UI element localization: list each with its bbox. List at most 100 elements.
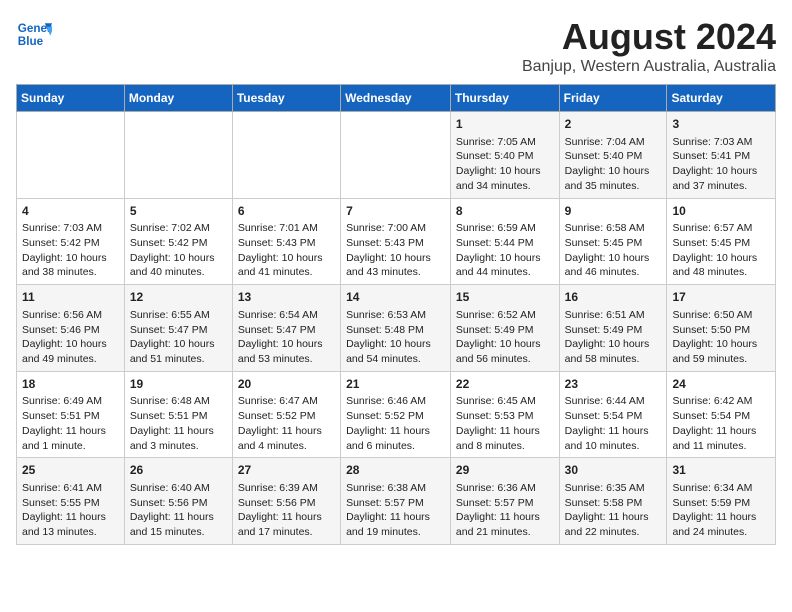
sunrise-text: Sunrise: 6:55 AM [130, 308, 227, 323]
calendar-cell: 15Sunrise: 6:52 AMSunset: 5:49 PMDayligh… [450, 285, 559, 372]
sunset-text: Sunset: 5:42 PM [22, 236, 119, 251]
calendar-cell: 31Sunrise: 6:34 AMSunset: 5:59 PMDayligh… [667, 458, 776, 545]
sunrise-text: Sunrise: 6:56 AM [22, 308, 119, 323]
sunrise-text: Sunrise: 6:59 AM [456, 221, 554, 236]
sunset-text: Sunset: 5:40 PM [456, 149, 554, 164]
calendar-cell: 14Sunrise: 6:53 AMSunset: 5:48 PMDayligh… [341, 285, 451, 372]
sunset-text: Sunset: 5:52 PM [238, 409, 335, 424]
day-number: 5 [130, 203, 227, 220]
daylight-text: Daylight: 11 hours and 11 minutes. [672, 424, 770, 453]
calendar-cell: 9Sunrise: 6:58 AMSunset: 5:45 PMDaylight… [559, 198, 667, 285]
calendar-cell: 11Sunrise: 6:56 AMSunset: 5:46 PMDayligh… [17, 285, 125, 372]
daylight-text: Daylight: 11 hours and 10 minutes. [565, 424, 662, 453]
sunset-text: Sunset: 5:51 PM [130, 409, 227, 424]
day-number: 25 [22, 462, 119, 479]
column-header-friday: Friday [559, 85, 667, 112]
sunset-text: Sunset: 5:48 PM [346, 323, 445, 338]
sunset-text: Sunset: 5:47 PM [130, 323, 227, 338]
sunrise-text: Sunrise: 6:48 AM [130, 394, 227, 409]
calendar-cell: 20Sunrise: 6:47 AMSunset: 5:52 PMDayligh… [232, 371, 340, 458]
calendar-cell: 26Sunrise: 6:40 AMSunset: 5:56 PMDayligh… [124, 458, 232, 545]
day-number: 27 [238, 462, 335, 479]
sunrise-text: Sunrise: 6:42 AM [672, 394, 770, 409]
daylight-text: Daylight: 11 hours and 24 minutes. [672, 510, 770, 539]
calendar-cell: 30Sunrise: 6:35 AMSunset: 5:58 PMDayligh… [559, 458, 667, 545]
daylight-text: Daylight: 10 hours and 53 minutes. [238, 337, 335, 366]
page-subtitle: Banjup, Western Australia, Australia [522, 58, 776, 76]
daylight-text: Daylight: 10 hours and 40 minutes. [130, 251, 227, 280]
sunrise-text: Sunrise: 6:53 AM [346, 308, 445, 323]
day-number: 19 [130, 376, 227, 393]
calendar-cell: 8Sunrise: 6:59 AMSunset: 5:44 PMDaylight… [450, 198, 559, 285]
calendar-cell: 10Sunrise: 6:57 AMSunset: 5:45 PMDayligh… [667, 198, 776, 285]
column-header-tuesday: Tuesday [232, 85, 340, 112]
sunrise-text: Sunrise: 6:35 AM [565, 481, 662, 496]
day-number: 2 [565, 116, 662, 133]
daylight-text: Daylight: 11 hours and 4 minutes. [238, 424, 335, 453]
day-number: 23 [565, 376, 662, 393]
sunrise-text: Sunrise: 6:44 AM [565, 394, 662, 409]
sunset-text: Sunset: 5:53 PM [456, 409, 554, 424]
sunset-text: Sunset: 5:45 PM [672, 236, 770, 251]
sunset-text: Sunset: 5:57 PM [346, 496, 445, 511]
calendar-cell [17, 112, 125, 199]
calendar-cell: 29Sunrise: 6:36 AMSunset: 5:57 PMDayligh… [450, 458, 559, 545]
sunset-text: Sunset: 5:42 PM [130, 236, 227, 251]
sunrise-text: Sunrise: 6:45 AM [456, 394, 554, 409]
calendar-cell: 23Sunrise: 6:44 AMSunset: 5:54 PMDayligh… [559, 371, 667, 458]
day-number: 24 [672, 376, 770, 393]
calendar-cell: 16Sunrise: 6:51 AMSunset: 5:49 PMDayligh… [559, 285, 667, 372]
daylight-text: Daylight: 11 hours and 3 minutes. [130, 424, 227, 453]
sunset-text: Sunset: 5:55 PM [22, 496, 119, 511]
title-block: August 2024 Banjup, Western Australia, A… [522, 16, 776, 76]
sunrise-text: Sunrise: 6:47 AM [238, 394, 335, 409]
calendar-cell: 18Sunrise: 6:49 AMSunset: 5:51 PMDayligh… [17, 371, 125, 458]
day-number: 6 [238, 203, 335, 220]
sunset-text: Sunset: 5:43 PM [346, 236, 445, 251]
daylight-text: Daylight: 11 hours and 19 minutes. [346, 510, 445, 539]
sunset-text: Sunset: 5:56 PM [238, 496, 335, 511]
page-header: General Blue August 2024 Banjup, Western… [16, 16, 776, 76]
daylight-text: Daylight: 10 hours and 44 minutes. [456, 251, 554, 280]
column-header-sunday: Sunday [17, 85, 125, 112]
svg-text:Blue: Blue [18, 35, 44, 48]
day-number: 15 [456, 289, 554, 306]
daylight-text: Daylight: 10 hours and 34 minutes. [456, 164, 554, 193]
day-number: 30 [565, 462, 662, 479]
sunset-text: Sunset: 5:58 PM [565, 496, 662, 511]
daylight-text: Daylight: 11 hours and 6 minutes. [346, 424, 445, 453]
sunset-text: Sunset: 5:43 PM [238, 236, 335, 251]
calendar-cell: 19Sunrise: 6:48 AMSunset: 5:51 PMDayligh… [124, 371, 232, 458]
day-number: 10 [672, 203, 770, 220]
sunrise-text: Sunrise: 7:00 AM [346, 221, 445, 236]
calendar-cell: 22Sunrise: 6:45 AMSunset: 5:53 PMDayligh… [450, 371, 559, 458]
sunset-text: Sunset: 5:50 PM [672, 323, 770, 338]
day-number: 28 [346, 462, 445, 479]
column-header-wednesday: Wednesday [341, 85, 451, 112]
daylight-text: Daylight: 10 hours and 56 minutes. [456, 337, 554, 366]
sunset-text: Sunset: 5:47 PM [238, 323, 335, 338]
sunrise-text: Sunrise: 7:04 AM [565, 135, 662, 150]
calendar-cell: 13Sunrise: 6:54 AMSunset: 5:47 PMDayligh… [232, 285, 340, 372]
sunrise-text: Sunrise: 6:52 AM [456, 308, 554, 323]
sunset-text: Sunset: 5:54 PM [565, 409, 662, 424]
sunrise-text: Sunrise: 7:02 AM [130, 221, 227, 236]
calendar-cell: 4Sunrise: 7:03 AMSunset: 5:42 PMDaylight… [17, 198, 125, 285]
day-number: 3 [672, 116, 770, 133]
daylight-text: Daylight: 10 hours and 37 minutes. [672, 164, 770, 193]
calendar-cell: 21Sunrise: 6:46 AMSunset: 5:52 PMDayligh… [341, 371, 451, 458]
calendar-cell: 5Sunrise: 7:02 AMSunset: 5:42 PMDaylight… [124, 198, 232, 285]
sunset-text: Sunset: 5:54 PM [672, 409, 770, 424]
daylight-text: Daylight: 11 hours and 17 minutes. [238, 510, 335, 539]
sunset-text: Sunset: 5:41 PM [672, 149, 770, 164]
daylight-text: Daylight: 10 hours and 46 minutes. [565, 251, 662, 280]
sunrise-text: Sunrise: 7:01 AM [238, 221, 335, 236]
daylight-text: Daylight: 11 hours and 21 minutes. [456, 510, 554, 539]
daylight-text: Daylight: 10 hours and 48 minutes. [672, 251, 770, 280]
sunset-text: Sunset: 5:44 PM [456, 236, 554, 251]
column-header-monday: Monday [124, 85, 232, 112]
sunset-text: Sunset: 5:45 PM [565, 236, 662, 251]
daylight-text: Daylight: 11 hours and 13 minutes. [22, 510, 119, 539]
calendar-cell: 25Sunrise: 6:41 AMSunset: 5:55 PMDayligh… [17, 458, 125, 545]
calendar-table: SundayMondayTuesdayWednesdayThursdayFrid… [16, 84, 776, 545]
